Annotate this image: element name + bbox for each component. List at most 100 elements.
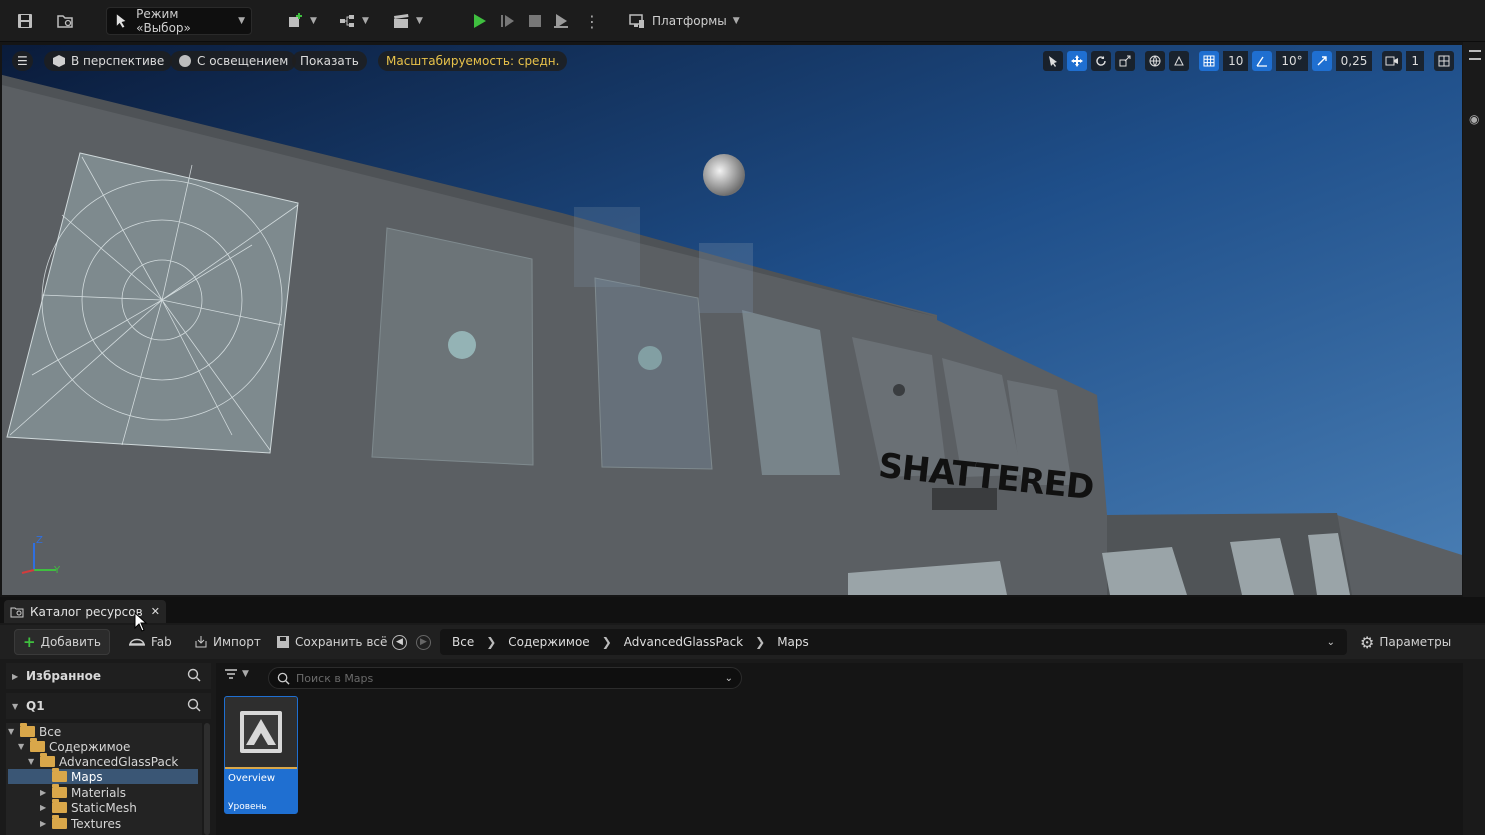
rotation-snap-icon[interactable] [1252,51,1273,71]
show-button[interactable]: Показать [292,51,367,71]
fab-label: Fab [151,635,172,649]
arrow-left-icon: ◀ [392,634,407,650]
close-icon[interactable]: ✕ [151,605,160,618]
eye-icon[interactable]: ◉ [1469,112,1479,126]
add-actor-icon [289,13,302,27]
asset-search-field[interactable]: ⌄ [268,667,742,689]
add-actor-button[interactable]: ▼ [280,7,323,35]
viewport-menu-button[interactable]: ☰ [12,51,33,71]
scalability-button[interactable]: Масштабируемость: средн. [378,51,568,71]
view-mode-button[interactable]: С освещением [170,51,297,71]
fab-button[interactable]: Fab [120,629,180,655]
translate-tool-icon[interactable] [1067,51,1088,71]
chevron-down-icon: ▼ [242,669,249,679]
show-label: Показать [300,54,359,68]
platforms-menu[interactable]: Платформы ▼ [622,7,746,35]
add-label: Добавить [40,635,101,649]
tree-item-maps[interactable]: Maps [8,768,198,784]
favorites-header[interactable]: ▶ Избранное [6,663,211,689]
more-options-icon[interactable]: ⋮ [578,7,606,35]
level-viewport[interactable]: SHATTERED Z Y ☰ В перспективе С освещени… [2,45,1462,595]
chevron-right-icon[interactable]: ❯ [755,635,765,649]
viewport-toolbar: ☰ В перспективе С освещением Показать Ма… [2,45,1462,77]
chevron-right-icon[interactable]: ❯ [486,635,496,649]
possess-icon [554,14,568,28]
breadcrumb-item[interactable]: Все [452,635,474,649]
chevron-down-icon: ▼ [28,757,35,766]
asset-search-input[interactable] [296,671,719,685]
mouse-cursor-icon [134,612,148,632]
rotation-snap-value[interactable]: 10° [1276,51,1308,71]
scale-snap-icon[interactable] [1311,51,1332,71]
tree-item-advancedglasspack[interactable]: ▼ AdvancedGlassPack [28,753,198,769]
camera-speed-icon[interactable] [1382,51,1403,71]
content-browser-tab-row: Каталог ресурсов ✕ [0,597,1485,623]
content-browser-toolbar: + Добавить Fab Импорт Сохранить всё ◀ ▶ … [0,625,1485,659]
content-browser-icon[interactable] [50,7,80,35]
perspective-label: В перспективе [71,54,165,68]
tree-item-all[interactable]: ▼ Все [8,723,198,739]
filter-button[interactable]: ▼ [224,668,249,680]
folder-icon [52,799,67,813]
chevron-right-icon[interactable]: ❯ [602,635,612,649]
maximize-viewport-icon[interactable] [1434,51,1454,71]
history-back-button[interactable]: ◀ [388,629,411,655]
eject-button[interactable] [546,7,576,35]
breadcrumb-item[interactable]: AdvancedGlassPack [624,635,743,649]
settings-button[interactable]: ⚙ Параметры [1352,629,1459,655]
cube-icon [53,55,65,67]
chevron-down-icon[interactable]: ⌄ [1327,637,1335,648]
perspective-button[interactable]: В перспективе [44,51,173,71]
add-button[interactable]: + Добавить [14,629,110,655]
cinematics-button[interactable]: ▼ [386,7,429,35]
folder-icon [52,784,67,798]
outliner-icon[interactable] [1469,50,1481,60]
axis-y-label: Y [54,565,61,576]
surface-snap-icon[interactable] [1169,51,1190,71]
tree-item-staticmesh[interactable]: ▶ StaticMesh [40,799,198,815]
save-all-button[interactable]: Сохранить всё [268,629,395,655]
content-browser: Каталог ресурсов ✕ + Добавить Fab Импорт… [0,597,1485,835]
history-forward-button[interactable]: ▶ [412,629,435,655]
asset-tile[interactable]: Overview Уровень [224,696,298,814]
blueprints-button[interactable]: ▼ [332,7,375,35]
gear-icon: ⚙ [1360,632,1375,652]
chevron-down-icon[interactable]: ⌄ [725,673,733,684]
tree-item-label: Materials [71,785,127,800]
grid-snap-icon[interactable] [1199,51,1220,71]
tree-item-content[interactable]: ▼ Содержимое [18,738,198,754]
mode-selector[interactable]: Режим «Выбор» ▼ [106,7,252,35]
collection-header[interactable]: ▼ Q1 [6,693,211,719]
tree-item-textures[interactable]: ▶ Textures [40,815,198,831]
world-local-icon[interactable] [1145,51,1166,71]
folder-icon [52,815,67,829]
breadcrumb-item[interactable]: Maps [777,635,809,649]
chevron-down-icon: ▼ [362,16,369,26]
save-icon[interactable] [10,7,40,35]
select-tool-icon[interactable] [1043,51,1064,71]
import-button[interactable]: Импорт [186,629,269,655]
tree-item-label: Все [39,724,62,739]
grid-snap-value[interactable]: 10 [1223,51,1249,71]
search-icon[interactable] [187,668,201,682]
chevron-right-icon: ▶ [40,803,47,812]
asset-view: ▼ ⌄ Overview Уровень [216,663,1463,835]
scale-tool-icon[interactable] [1115,51,1136,71]
tree-scrollbar[interactable] [204,723,210,835]
tree-item-materials[interactable]: ▶ Materials [40,784,198,800]
tree-item-label: Textures [71,816,122,831]
camera-speed-value[interactable]: 1 [1406,51,1424,71]
rotate-tool-icon[interactable] [1091,51,1112,71]
advance-frame-button[interactable] [492,7,522,35]
scale-snap-value[interactable]: 0,25 [1335,51,1373,71]
mode-label: Режим «Выбор» [136,7,191,35]
import-label: Импорт [213,635,261,649]
viewport-scene [2,45,1462,595]
collection-label: Q1 [26,699,45,713]
level-icon [240,711,282,753]
search-icon[interactable] [187,698,201,712]
stop-icon [529,15,541,27]
import-icon [195,636,207,648]
breadcrumb-item[interactable]: Содержимое [508,635,589,649]
play-button[interactable] [464,7,494,35]
